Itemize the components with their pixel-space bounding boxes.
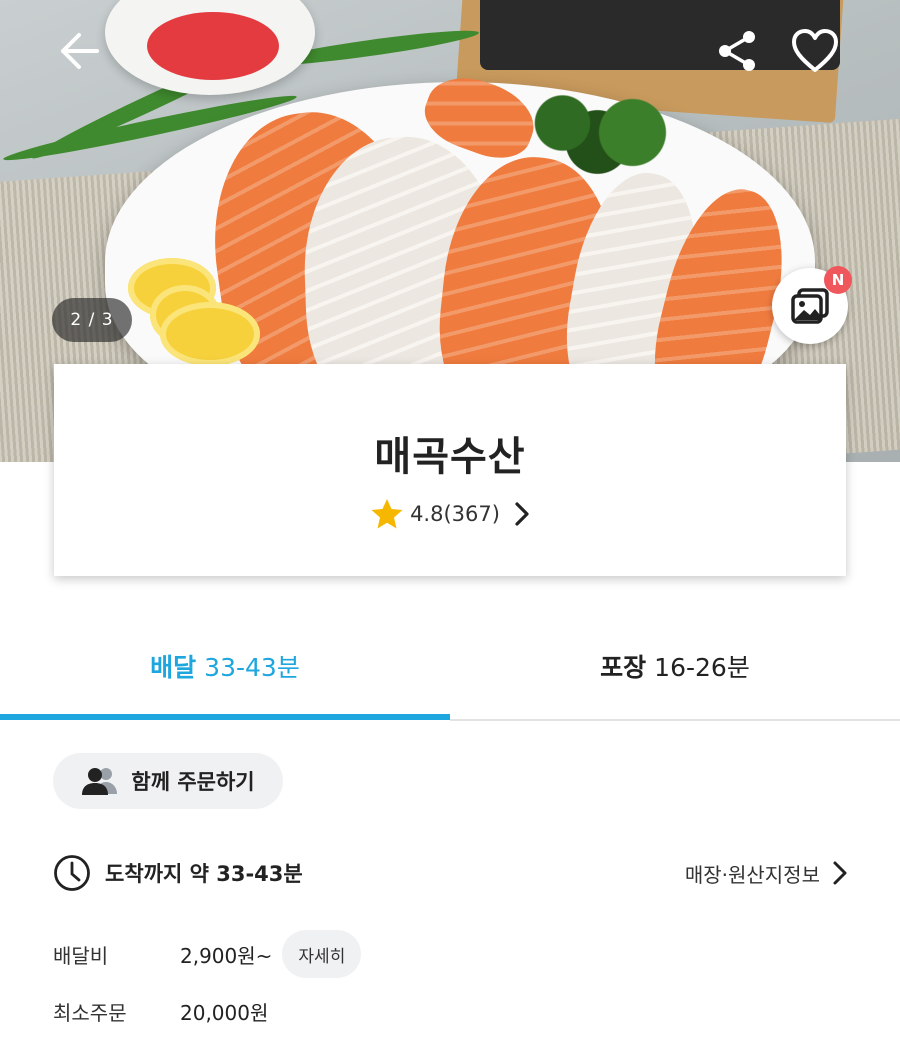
new-badge: N — [824, 266, 852, 294]
review-count: (367) — [443, 502, 500, 526]
tab-label: 포장 — [600, 653, 647, 682]
tab-divider — [450, 719, 900, 721]
share-icon — [719, 31, 755, 71]
min-order-label: 최소주문 — [53, 1000, 127, 1025]
min-order-value: 20,000원 — [180, 1000, 269, 1025]
store-origin-info-label: 매장·원산지정보 — [684, 862, 820, 887]
clock-icon — [54, 855, 90, 891]
star-icon — [371, 499, 403, 529]
tab-time: 16-26분 — [654, 653, 750, 682]
group-order-label: 함께 주문하기 — [131, 770, 255, 794]
back-arrow-icon — [61, 33, 99, 69]
sauce-bowl — [105, 0, 315, 95]
heart-icon — [792, 29, 838, 72]
chili-sauce — [147, 12, 279, 80]
eta-text: 도착까지 약 33-43분 — [105, 862, 303, 886]
gallery-icon — [791, 288, 829, 324]
min-order-row: 최소주문 20,000원 — [53, 996, 268, 1026]
active-tab-indicator — [0, 714, 450, 720]
photo-gallery-button[interactable]: N — [772, 266, 852, 344]
rating-value: 4.8 — [410, 502, 444, 526]
rating-link[interactable]: 4.8 (367) — [54, 498, 846, 530]
chevron-right-icon — [515, 502, 529, 526]
chevron-right-icon — [833, 861, 847, 885]
eta-info: 도착까지 약 33-43분 — [53, 854, 303, 892]
tab-time: 33-43분 — [204, 653, 300, 682]
group-order-button[interactable]: 함께 주문하기 — [53, 753, 283, 809]
delivery-fee-row: 배달비 2,900원~ 자세히 — [53, 930, 362, 978]
eta-row: 도착까지 약 33-43분 매장·원산지정보 — [53, 850, 848, 896]
delivery-fee-label: 배달비 — [53, 943, 109, 968]
order-type-tabs: 배달 33-43분 포장 16-26분 — [0, 620, 900, 722]
tab-label: 배달 — [150, 653, 197, 682]
store-info-card: 매곡수산 4.8 (367) — [54, 364, 846, 576]
tab-pickup[interactable]: 포장 16-26분 — [450, 620, 900, 712]
delivery-fee-value: 2,900원~ — [180, 943, 273, 968]
favorite-button[interactable] — [790, 26, 840, 76]
share-button[interactable] — [712, 26, 762, 76]
back-button[interactable] — [54, 26, 104, 76]
photo-counter: 2 / 3 — [52, 298, 132, 342]
delivery-fee-detail-button[interactable]: 자세히 — [282, 930, 362, 978]
microgreens — [510, 85, 685, 180]
store-origin-info-link[interactable]: 매장·원산지정보 — [685, 859, 848, 888]
side-dish-box — [480, 0, 840, 70]
store-name: 매곡수산 — [374, 434, 526, 480]
people-icon — [82, 768, 118, 795]
tab-delivery[interactable]: 배달 33-43분 — [0, 620, 450, 712]
lemon-slice — [160, 302, 260, 366]
